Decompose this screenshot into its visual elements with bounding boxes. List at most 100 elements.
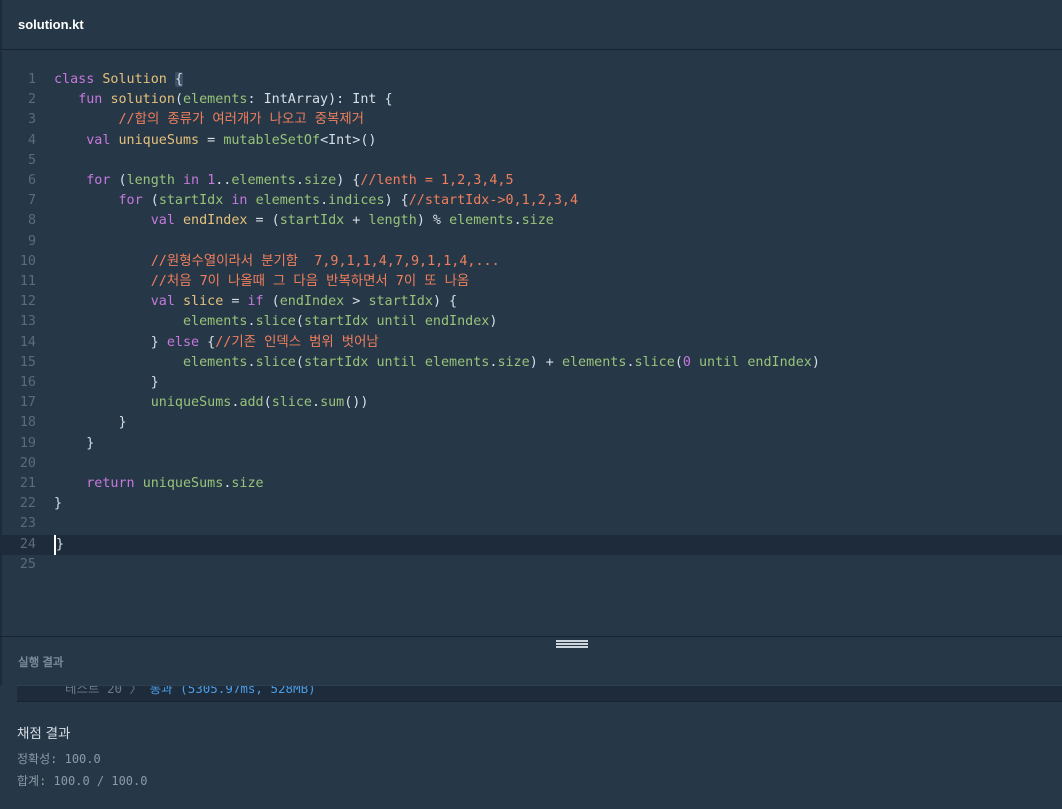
code-text: fun solution(elements: IntArray): Int { (54, 90, 393, 110)
code-token: sum (320, 395, 345, 411)
code-line[interactable]: 9 (2, 232, 1062, 252)
code-line[interactable]: 8 val endIndex = (startIdx + length) % e… (2, 211, 1062, 231)
code-token: ( (142, 193, 159, 209)
code-text: elements.slice(startIdx until endIndex) (54, 312, 497, 332)
code-token: endIndex (279, 294, 345, 310)
code-token: = (223, 294, 248, 310)
code-token: uniqueSums (142, 476, 224, 491)
code-text: uniqueSums.add(slice.sum()) (54, 393, 369, 413)
code-token: } (54, 375, 159, 390)
code-line[interactable]: 22} (2, 494, 1062, 514)
code-line[interactable]: 25 (2, 555, 1062, 575)
code-line[interactable]: 13 elements.slice(startIdx until endInde… (2, 312, 1062, 332)
code-text: val endIndex = (startIdx + length) % ele… (54, 211, 554, 231)
file-tab-title[interactable]: solution.kt (18, 17, 84, 32)
resize-handle-icon[interactable] (556, 640, 588, 649)
code-token: length (126, 173, 175, 188)
test-output-scroll[interactable]: 테스트 20 〉 통과 (5305.97ms, 528MB) (17, 685, 1062, 702)
line-number: 16 (19, 375, 36, 390)
code-line[interactable]: 2 fun solution(elements: IntArray): Int … (2, 90, 1062, 110)
code-text: } (54, 434, 94, 454)
line-number: 3 (27, 112, 36, 128)
run-result-title: 실행 결과 (18, 657, 64, 669)
code-line[interactable]: 18 } (2, 413, 1062, 433)
code-token: ) { (336, 173, 361, 188)
total-label: 합계: (17, 774, 47, 788)
code-token: ) (811, 354, 820, 370)
code-token: until (376, 314, 417, 330)
line-number: 15 (19, 354, 36, 370)
code-token: size (231, 476, 264, 491)
code-token: uniqueSums (150, 395, 232, 411)
code-token: startIdx (279, 213, 345, 229)
code-line[interactable]: 17 uniqueSums.add(slice.sum()) (2, 393, 1062, 413)
code-text: } else {//기존 인덱스 범위 벗어남 (54, 333, 379, 353)
code-token: ) { (432, 294, 458, 310)
code-line[interactable]: 7 for (startIdx in elements.indices) {//… (2, 191, 1062, 211)
code-token: . (320, 193, 329, 209)
code-line[interactable]: 14 } else {//기존 인덱스 범위 벗어남 (2, 333, 1062, 353)
code-line[interactable]: 6 for (length in 1..elements.size) {//le… (2, 171, 1062, 191)
code-line[interactable]: 1 class Solution { (2, 70, 1062, 90)
code-token: elements (561, 354, 627, 370)
code-line[interactable]: 23 (2, 514, 1062, 534)
code-token: startIdx (158, 193, 224, 209)
code-token: ( (110, 173, 127, 188)
code-text: } (54, 373, 159, 393)
line-number: 13 (19, 314, 36, 330)
code-token: endIndex (424, 314, 490, 330)
code-text: for (startIdx in elements.indices) {//st… (54, 191, 579, 211)
code-line[interactable]: 4 val uniqueSums = mutableSetOf<Int>() (2, 131, 1062, 151)
code-line[interactable]: 16 } (2, 373, 1062, 393)
code-token: add (239, 395, 264, 411)
code-line[interactable]: 10 //원형수열이라서 분기함 7,9,1,1,4,7,9,1,1,4,... (2, 252, 1062, 272)
code-token: } (56, 536, 65, 552)
code-token: solution (110, 92, 175, 108)
code-token: ( (295, 354, 304, 370)
code-line[interactable]: 21 return uniqueSums.size (2, 474, 1062, 494)
line-number: 11 (19, 274, 36, 289)
code-token: startIdx (303, 354, 369, 370)
code-text: val uniqueSums = mutableSetOf<Int>() (54, 131, 377, 151)
code-line[interactable]: 3 //합의 종류가 여러개가 나오고 중복제거 (2, 110, 1062, 130)
line-number: 23 (19, 516, 36, 532)
code-token: <Int>() (320, 132, 377, 148)
line-number: 5 (27, 152, 36, 168)
code-line[interactable]: 15 elements.slice(startIdx until element… (2, 353, 1062, 373)
code-line[interactable]: 11 //처음 7이 나올때 그 다음 반복하면서 7이 또 나옴 (2, 272, 1062, 292)
code-editor[interactable]: 1 class Solution {2 fun solution(elements… (0, 51, 1062, 637)
run-result-header: 실행 결과 (0, 637, 1062, 685)
code-token: > (344, 294, 369, 310)
code-line[interactable]: 19 } (2, 434, 1062, 454)
code-line[interactable]: 24} (2, 534, 1062, 555)
code-token: } (54, 496, 63, 512)
code-token: Solution (102, 72, 167, 87)
code-text: } (54, 413, 126, 433)
code-line[interactable]: 20 (2, 454, 1062, 474)
code-token: val (150, 294, 175, 310)
code-token: class (54, 72, 95, 87)
code-token: slice (634, 354, 675, 370)
code-token: { (174, 72, 183, 87)
code-token: indices (328, 193, 385, 209)
code-line[interactable]: 12 val slice = if (endIndex > startIdx) … (2, 292, 1062, 312)
code-token: until (699, 354, 740, 370)
code-token: size (303, 173, 337, 188)
code-token: . (247, 314, 256, 330)
line-number: 21 (19, 476, 36, 491)
code-token: : IntArray): Int { (247, 92, 393, 108)
test-result-row: 테스트 20 〉 통과 (5305.97ms, 528MB) (65, 686, 316, 697)
code-token: uniqueSums (118, 132, 200, 148)
code-token: //처음 7이 나올때 그 다음 반복하면서 7이 또 나옴 (150, 274, 470, 289)
code-line[interactable]: 5 (2, 151, 1062, 171)
